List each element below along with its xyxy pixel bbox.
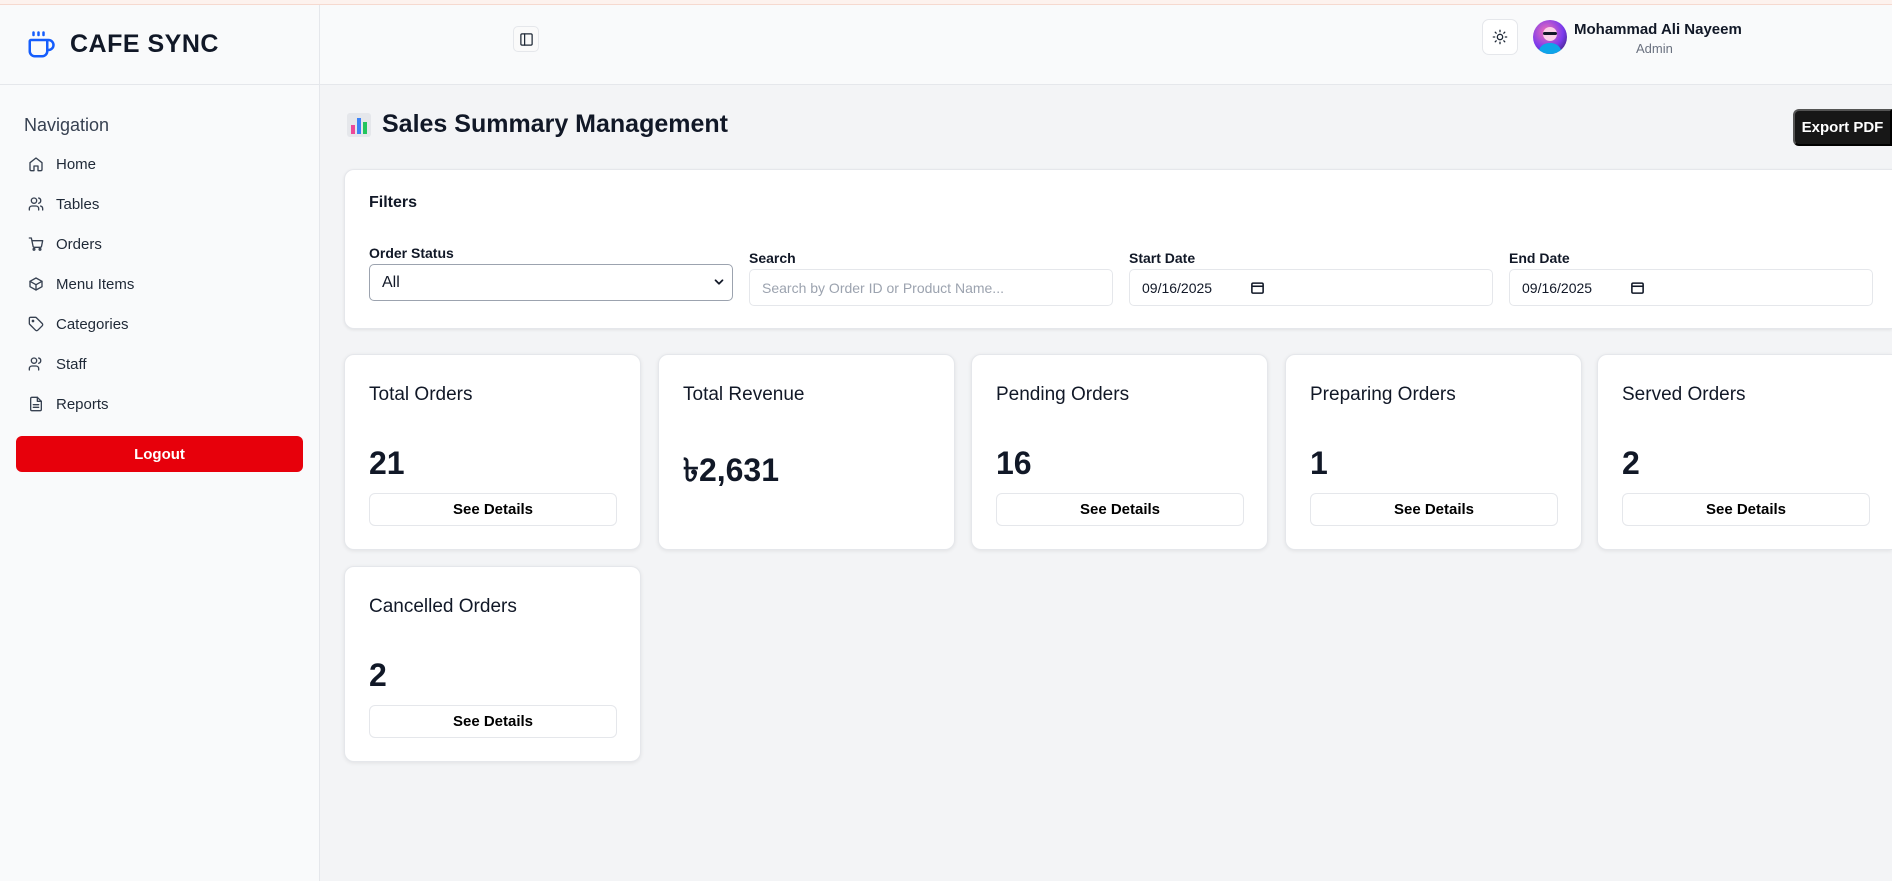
see-details-button[interactable]: See Details: [1310, 493, 1558, 526]
sidebar-item-staff[interactable]: Staff: [0, 344, 319, 384]
stat-card-total-revenue: Total Revenue ৳2,631: [658, 354, 955, 550]
card-value: 1: [1310, 445, 1328, 481]
sidebar-item-label: Categories: [56, 315, 129, 333]
user-icon: [28, 357, 42, 371]
card-title: Preparing Orders: [1310, 384, 1456, 405]
stat-card-cancelled-orders: Cancelled Orders 2 See Details: [344, 566, 641, 762]
end-date-value: 09/16/2025: [1522, 279, 1593, 296]
panel-left-icon: [519, 32, 533, 46]
user-role: Admin: [1636, 41, 1673, 56]
card-value: 2: [369, 657, 387, 693]
sidebar-item-menu-items[interactable]: Menu Items: [0, 264, 319, 304]
card-title: Cancelled Orders: [369, 596, 517, 617]
card-title: Total Revenue: [683, 384, 805, 405]
cart-icon: [28, 237, 44, 251]
nav-list: Home Tables Orders Menu Items Categories…: [0, 144, 319, 424]
logout-button[interactable]: Logout: [16, 436, 303, 472]
see-details-button[interactable]: See Details: [996, 493, 1244, 526]
card-title: Served Orders: [1622, 384, 1746, 405]
see-details-button[interactable]: See Details: [1622, 493, 1870, 526]
page-title: Sales Summary Management: [346, 110, 728, 139]
end-date-label: End Date: [1509, 250, 1570, 266]
sidebar-item-home[interactable]: Home: [0, 144, 319, 184]
avatar-image: [1538, 27, 1562, 54]
sidebar-item-tables[interactable]: Tables: [0, 184, 319, 224]
sidebar: CAFE SYNC Navigation Home Tables Orders …: [0, 5, 320, 881]
start-date-value: 09/16/2025: [1142, 279, 1213, 296]
filters-title: Filters: [369, 194, 418, 211]
coffee-cup-icon: [28, 30, 55, 57]
bar-chart-emoji-icon: [347, 112, 371, 137]
card-value: 16: [996, 445, 1032, 481]
sidebar-item-categories[interactable]: Categories: [0, 304, 319, 344]
stat-card-preparing-orders: Preparing Orders 1 See Details: [1285, 354, 1582, 550]
card-title: Total Orders: [369, 384, 473, 405]
start-date-input[interactable]: 09/16/2025: [1129, 269, 1493, 306]
sidebar-item-reports[interactable]: Reports: [0, 384, 319, 424]
see-details-button[interactable]: See Details: [369, 705, 617, 738]
sidebar-item-label: Home: [56, 155, 97, 173]
order-status-select[interactable]: All: [369, 264, 733, 301]
search-label: Search: [749, 250, 796, 266]
end-date-input[interactable]: 09/16/2025: [1509, 269, 1873, 306]
stat-card-total-orders: Total Orders 21 See Details: [344, 354, 641, 550]
order-status-value: All: [382, 273, 400, 291]
search-placeholder: Search by Order ID or Product Name...: [762, 279, 1004, 296]
users-icon: [28, 197, 44, 211]
order-status-label: Order Status: [369, 245, 454, 261]
filters-panel: Filters Order Status All Search Search b…: [344, 169, 1892, 329]
sidebar-item-orders[interactable]: Orders: [0, 224, 319, 264]
app-name: CAFE SYNC: [70, 30, 219, 58]
card-title: Pending Orders: [996, 384, 1130, 405]
search-input[interactable]: Search by Order ID or Product Name...: [749, 269, 1113, 306]
sidebar-item-label: Reports: [56, 395, 109, 413]
tag-icon: [28, 316, 44, 332]
export-pdf-button[interactable]: Export PDF: [1793, 109, 1892, 146]
sidebar-toggle-button[interactable]: [513, 26, 539, 52]
sun-icon: [1492, 29, 1508, 45]
page-title-text: Sales Summary Management: [382, 110, 728, 138]
sidebar-item-label: Staff: [56, 355, 87, 373]
avatar[interactable]: [1533, 20, 1567, 54]
theme-toggle-button[interactable]: [1482, 19, 1518, 55]
sidebar-item-label: Orders: [56, 235, 102, 253]
sidebar-item-label: Menu Items: [56, 275, 135, 293]
calendar-icon[interactable]: [1250, 280, 1265, 295]
card-value: 2: [1622, 445, 1640, 481]
box-icon: [29, 277, 43, 291]
card-value: ৳2,631: [683, 452, 780, 488]
sidebar-item-label: Tables: [56, 195, 100, 213]
start-date-label: Start Date: [1129, 250, 1196, 266]
top-header: Mohammad Ali Nayeem Admin: [320, 5, 1892, 85]
stat-card-pending-orders: Pending Orders 16 See Details: [971, 354, 1268, 550]
calendar-icon[interactable]: [1630, 280, 1645, 295]
card-value: 21: [369, 445, 405, 481]
chevron-down-icon: [714, 279, 724, 285]
file-icon: [30, 396, 42, 412]
brand[interactable]: CAFE SYNC: [0, 5, 319, 85]
stat-card-served-orders: Served Orders 2 See Details: [1597, 354, 1892, 550]
nav-title: Navigation: [24, 115, 110, 135]
see-details-button[interactable]: See Details: [369, 493, 617, 526]
home-icon: [29, 157, 43, 172]
user-name: Mohammad Ali Nayeem: [1574, 21, 1742, 38]
